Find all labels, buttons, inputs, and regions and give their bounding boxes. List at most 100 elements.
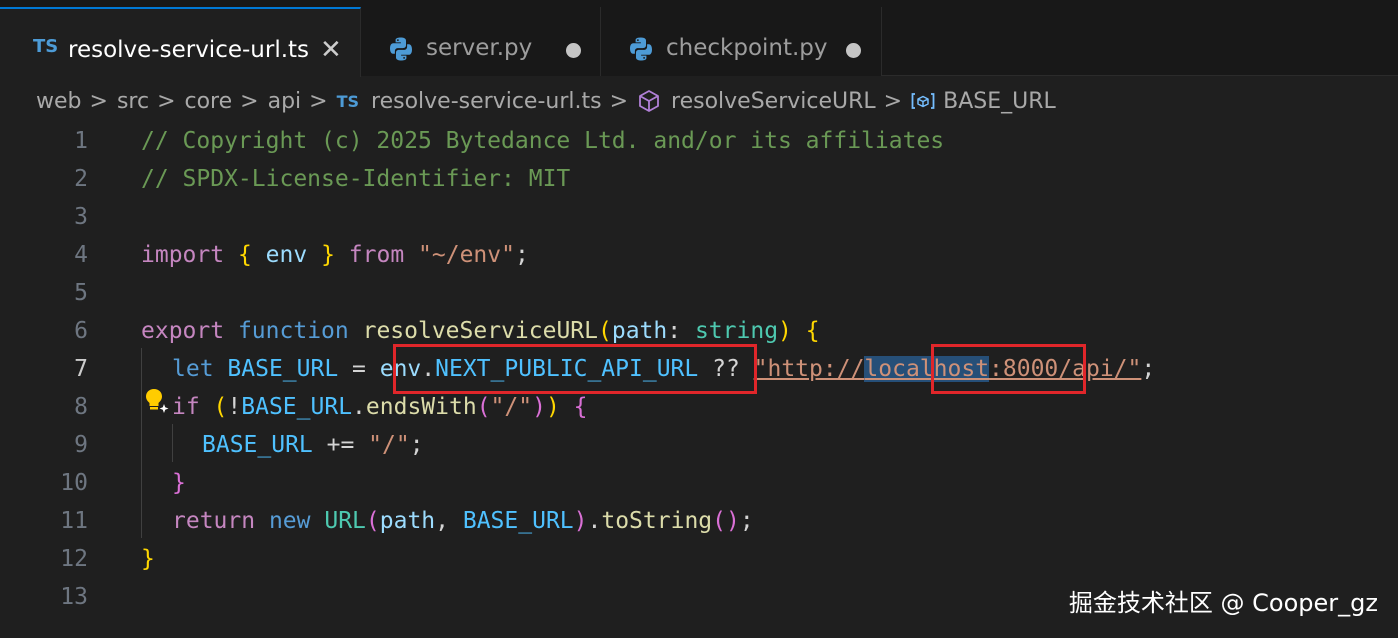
keyword-function: function: [237, 318, 349, 344]
line-number: 6: [74, 318, 88, 344]
paren: (): [712, 508, 740, 534]
semicolon: ;: [409, 432, 424, 458]
typescript-icon: TS: [33, 36, 59, 57]
python-icon: [630, 37, 652, 61]
unsaved-dot-icon[interactable]: [566, 43, 581, 58]
brace: }: [172, 470, 186, 496]
code-line: 11 return new URL(path, BASE_URL).toStri…: [0, 502, 1398, 540]
paren: ): [778, 318, 792, 344]
line-content: import { env } from "~/env";: [141, 236, 529, 274]
keyword-from: from: [348, 242, 405, 268]
paren: (: [598, 318, 612, 344]
breadcrumb-web[interactable]: web: [36, 89, 82, 114]
chevron-right-icon: >: [309, 88, 328, 114]
param-path: path: [611, 318, 668, 344]
brace: }: [321, 242, 335, 268]
paren: ): [545, 394, 560, 420]
paren: (: [199, 394, 228, 420]
chevron-right-icon: >: [89, 88, 108, 114]
comment-text: // SPDX-License-Identifier: MIT: [141, 166, 571, 192]
const-base-url: BASE_URL: [462, 508, 574, 534]
keyword-return: return: [172, 508, 256, 534]
line-number: 1: [74, 128, 88, 154]
const-base-url: BASE_URL: [227, 356, 339, 382]
tab-server-py[interactable]: server.py: [361, 7, 601, 76]
variable-icon: [911, 93, 935, 109]
comma: ,: [435, 508, 463, 534]
brace: {: [805, 318, 820, 344]
semicolon: ;: [514, 242, 529, 268]
code-line: 2 // SPDX-License-Identifier: MIT: [0, 160, 1398, 198]
line-number: 10: [60, 470, 88, 496]
paren: (: [365, 508, 380, 534]
keyword-if: if: [172, 394, 200, 420]
annotation-box-localhost: [931, 344, 1086, 394]
line-content: return new URL(path, BASE_URL).toString(…: [172, 502, 754, 540]
operator-not: !: [227, 394, 242, 420]
breadcrumb-variable[interactable]: BASE_URL: [943, 89, 1056, 114]
chevron-right-icon: >: [240, 88, 259, 114]
breadcrumb-src[interactable]: src: [117, 89, 149, 114]
line-content: }: [172, 464, 186, 502]
brace: }: [141, 546, 155, 572]
line-number: 3: [74, 204, 88, 230]
url-string-start[interactable]: "http://: [754, 356, 865, 382]
code-line: 5: [0, 274, 1398, 312]
close-icon[interactable]: ✕: [320, 37, 342, 63]
line-content: // Copyright (c) 2025 Bytedance Ltd. and…: [141, 122, 944, 160]
line-number: 12: [60, 546, 88, 572]
code-line: 4 import { env } from "~/env";: [0, 236, 1398, 274]
module-string: "~/env": [418, 242, 515, 268]
line-content: BASE_URL += "/";: [202, 426, 424, 464]
line-number: 4: [74, 242, 88, 268]
unsaved-dot-icon[interactable]: [846, 43, 861, 58]
const-base-url: BASE_URL: [241, 394, 353, 420]
line-number: 5: [74, 280, 88, 306]
code-line: 1 // Copyright (c) 2025 Bytedance Ltd. a…: [0, 122, 1398, 160]
method-tostring: toString: [601, 508, 713, 534]
code-line: 9 BASE_URL += "/";: [0, 426, 1398, 464]
tab-label: checkpoint.py: [666, 35, 828, 61]
dot: .: [352, 394, 366, 420]
breadcrumb-function[interactable]: resolveServiceURL: [671, 89, 876, 114]
line-content: // SPDX-License-Identifier: MIT: [141, 160, 570, 198]
code-line: 12 }: [0, 540, 1398, 578]
line-number: 7: [74, 356, 88, 382]
breadcrumb-api[interactable]: api: [268, 89, 302, 114]
tab-label: server.py: [426, 35, 533, 61]
line-content: }: [141, 540, 155, 578]
annotation-box-env: [393, 344, 757, 394]
function-name: resolveServiceURL: [362, 318, 598, 344]
colon: :: [667, 318, 695, 344]
line-number: 9: [74, 432, 88, 458]
comment-text: // Copyright (c) 2025 Bytedance Ltd. and…: [141, 128, 945, 154]
identifier-path: path: [379, 508, 436, 534]
tab-resolve-service-url[interactable]: TS resolve-service-url.ts ✕: [0, 7, 361, 77]
type-string: string: [694, 318, 779, 344]
string-literal: "/": [368, 432, 410, 458]
line-number: 11: [60, 508, 88, 534]
tab-checkpoint-py[interactable]: checkpoint.py: [601, 7, 882, 76]
method-endswith: endsWith: [365, 394, 477, 420]
code-line: 3: [0, 198, 1398, 236]
breadcrumb-core[interactable]: core: [185, 89, 233, 114]
lightbulb-sparkle-icon[interactable]: [142, 386, 172, 416]
paren: ): [532, 394, 546, 420]
brace: {: [237, 242, 252, 268]
python-icon: [390, 37, 412, 61]
breadcrumb-file[interactable]: resolve-service-url.ts: [371, 89, 602, 114]
class-url: URL: [324, 508, 366, 534]
watermark: 掘金技术社区 @ Cooper_gz: [1068, 589, 1378, 617]
paren: ): [573, 508, 588, 534]
identifier-env: env: [265, 242, 308, 268]
semicolon: ;: [739, 508, 754, 534]
operator-append: +=: [312, 432, 369, 458]
string-literal: "/": [490, 394, 533, 420]
keyword-new: new: [268, 508, 311, 534]
brace: {: [573, 394, 588, 420]
paren: (: [476, 394, 491, 420]
keyword-let: let: [172, 356, 214, 382]
chevron-right-icon: >: [157, 88, 176, 114]
chevron-right-icon: >: [883, 88, 903, 114]
operator-assign: =: [338, 356, 380, 382]
